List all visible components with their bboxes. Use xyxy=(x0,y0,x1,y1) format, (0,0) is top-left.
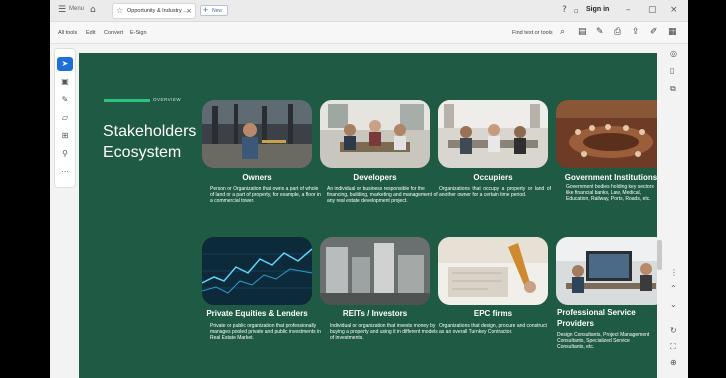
card-desc-owners: Person or Organization that owns a part … xyxy=(210,186,321,205)
page-thumbnails-icon[interactable]: ▤ xyxy=(578,27,587,37)
add-comment-icon[interactable]: ▣ xyxy=(57,75,73,89)
attachment-icon[interactable]: ⧉ xyxy=(670,84,676,94)
reits-investors-photo xyxy=(320,237,430,305)
menu-label[interactable]: Menu xyxy=(69,6,84,12)
owners-photo xyxy=(202,100,312,168)
new-tab-button[interactable]: + New xyxy=(200,5,228,16)
minimize-icon[interactable]: – xyxy=(626,5,631,15)
card-title-professional-service-providers: Professional Service Providers xyxy=(557,308,636,328)
bookmark-icon[interactable]: ▯ xyxy=(670,66,674,75)
card-desc-private-equities-lenders: Private or public organization that prof… xyxy=(210,323,321,342)
card-desc-epc-firms: Organizations that design, procure and c… xyxy=(439,323,547,336)
draw-shape-icon[interactable]: ▱ xyxy=(57,111,73,125)
right-side-panel: ◎ ▯ ⧉ ⋮ ⌃ ⌄ ↻ ⛶ ⊕ xyxy=(666,44,688,378)
help-icon[interactable]: ? xyxy=(562,5,567,15)
edit-pen-icon[interactable]: ✐ xyxy=(650,27,658,37)
menu-icon[interactable]: ☰ xyxy=(58,5,66,15)
star-icon[interactable]: ☆ xyxy=(116,6,123,15)
card-title-developers: Developers xyxy=(353,173,397,182)
highlight-icon[interactable]: ✎ xyxy=(57,93,73,107)
card-title-owners: Owners xyxy=(242,173,272,182)
fit-page-icon[interactable]: ⛶ xyxy=(670,342,676,352)
more-tools-icon[interactable]: ⋯ xyxy=(57,165,73,179)
slide-page: OVERVIEW Stakeholders Ecosystem Owners D… xyxy=(79,53,657,378)
pdf-viewer-window: ☰ Menu ⌂ ☆ Opportunity & Industry ... × … xyxy=(50,0,688,378)
stamp-icon[interactable]: ⚲ xyxy=(57,147,73,161)
epc-firms-photo xyxy=(438,237,548,305)
card-desc-occupiers: Organizations that occupy a property or … xyxy=(439,186,551,199)
card-title-reits-investors: REITs / Investors xyxy=(342,309,408,318)
card-desc-professional-service-providers: Design Consultants, Project Management C… xyxy=(557,332,650,351)
card-title-occupiers: Occupiers xyxy=(473,173,513,182)
menu-all-tools[interactable]: All tools xyxy=(58,30,77,36)
slide-title: Stakeholders Ecosystem xyxy=(103,123,197,161)
close-window-icon[interactable]: × xyxy=(670,5,678,15)
slide-overline: OVERVIEW xyxy=(153,97,182,102)
card-title-private-equities-lenders: Private Equities & Lenders xyxy=(206,309,308,318)
print-icon[interactable]: ⎙ xyxy=(614,27,621,37)
rotate-icon[interactable]: ↻ xyxy=(670,326,677,335)
card-title-government-institutions: Government Institutions xyxy=(564,173,657,182)
card-desc-government-institutions: Government bodies holding key sectors li… xyxy=(566,184,654,203)
grid-icon[interactable]: ▦ xyxy=(668,27,677,37)
bell-icon[interactable]: ▫ xyxy=(574,7,579,15)
search-icon[interactable]: ⌕ xyxy=(560,27,565,37)
video-frame: ☰ Menu ⌂ ☆ Opportunity & Industry ... × … xyxy=(0,0,726,378)
tab-title: Opportunity & Industry ... xyxy=(127,8,188,14)
app-menubar: All tools Edit Convert E-Sign Find text … xyxy=(50,22,688,44)
card-title-epc-firms: EPC firms xyxy=(473,309,513,318)
card-desc-reits-investors: Individual or organization that invests … xyxy=(330,323,438,342)
text-box-icon[interactable]: ⊞ xyxy=(57,129,73,143)
accent-line xyxy=(104,99,150,102)
select-tool-icon[interactable]: ➤ xyxy=(57,57,73,71)
zoom-in-icon[interactable]: ⊕ xyxy=(670,358,677,367)
maximize-icon[interactable]: ▢ xyxy=(648,5,657,15)
fill-sign-icon[interactable]: ✎ xyxy=(596,27,604,37)
browser-titlebar: ☰ Menu ⌂ ☆ Opportunity & Industry ... × … xyxy=(50,0,688,22)
scroll-up-icon[interactable]: ⌃ xyxy=(670,284,677,293)
plus-icon: + xyxy=(203,5,209,15)
comments-icon[interactable]: ◎ xyxy=(670,49,677,58)
left-tool-panel: ➤ ▣ ✎ ▱ ⊞ ⚲ ⋯ xyxy=(54,48,76,188)
card-desc-developers: An individual or business responsible fo… xyxy=(327,186,438,205)
page-number-icon[interactable]: ⋮ xyxy=(670,268,678,277)
scrollbar-thumb[interactable] xyxy=(657,240,662,270)
home-icon[interactable]: ⌂ xyxy=(90,5,96,15)
occupiers-photo xyxy=(438,100,548,168)
new-tab-label: New xyxy=(212,8,223,14)
menu-edit[interactable]: Edit xyxy=(86,30,95,36)
private-equities-photo xyxy=(202,237,312,305)
close-tab-icon[interactable]: × xyxy=(186,7,192,15)
menu-e-sign[interactable]: E-Sign xyxy=(130,30,147,36)
developers-photo xyxy=(320,100,430,168)
sign-in-button[interactable]: Sign in xyxy=(586,6,609,13)
find-text-label[interactable]: Find text or tools xyxy=(512,30,553,36)
document-tab[interactable]: ☆ Opportunity & Industry ... × xyxy=(112,3,196,19)
professional-service-providers-photo xyxy=(556,237,657,305)
share-icon[interactable]: ⇪ xyxy=(632,27,640,37)
menu-convert[interactable]: Convert xyxy=(104,30,123,36)
government-institutions-photo xyxy=(556,100,657,168)
scroll-down-icon[interactable]: ⌄ xyxy=(670,300,677,309)
